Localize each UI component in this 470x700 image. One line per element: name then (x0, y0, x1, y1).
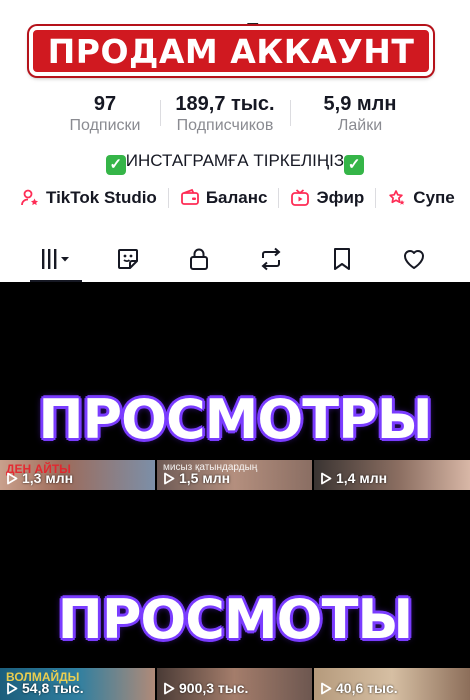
video-thumbnail[interactable]: 900,3 тыс. (157, 668, 312, 700)
check-mark-icon: ✓ (344, 155, 365, 175)
video-thumbnail[interactable]: 1,4 млн (314, 460, 470, 490)
video-row-1: ДЕН АЙТЫ 1,3 млн мисыз қатындардың 1,5 м… (0, 460, 470, 490)
action-divider (278, 188, 280, 208)
live-tv-icon (291, 189, 310, 206)
stat-following[interactable]: 97 Подписки (50, 92, 160, 136)
play-icon (321, 472, 332, 484)
play-icon (7, 472, 18, 484)
sticker-icon (118, 249, 138, 269)
stat-followers[interactable]: 189,7 тыс. Подписчиков (160, 92, 290, 136)
video-views: 1,3 млн (6, 470, 73, 486)
grid-bars-icon (42, 249, 69, 269)
action-divider (167, 188, 169, 208)
video-thumbnail[interactable]: ВОЛМАЙДЫ 54,8 тыс. (0, 668, 155, 700)
views-heading-2: ПРОСМОТЫ (57, 588, 414, 651)
video-views: 40,6 тыс. (320, 680, 398, 696)
profile-bio: ✓ ИНСТАГРАМҒА ТІРКЕЛІҢІЗ ✓ (0, 150, 470, 175)
super-label: Супе (413, 188, 455, 207)
stat-following-label: Подписки (69, 117, 141, 134)
stat-followers-label: Подписчиков (176, 117, 274, 134)
balance-label: Баланс (205, 188, 268, 207)
video-views-count: 1,3 млн (22, 470, 74, 486)
tab-liked[interactable] (394, 242, 434, 276)
tab-videos-grid[interactable] (36, 242, 76, 276)
action-divider (375, 188, 377, 208)
stat-following-value: 97 (93, 93, 117, 115)
check-mark-icon: ✓ (105, 155, 126, 175)
live-label: Эфир (316, 188, 365, 207)
video-views-count: 54,8 тыс. (22, 680, 84, 696)
video-views: 1,4 млн (320, 470, 387, 486)
super-stars-icon (389, 190, 405, 205)
tab-favorites[interactable] (322, 242, 362, 276)
video-thumbnail[interactable]: мисыз қатындардың 1,5 млн (157, 460, 312, 490)
super-button[interactable]: Супе (387, 188, 455, 208)
play-icon (164, 472, 175, 484)
wallet-icon (180, 188, 199, 205)
video-thumbnail[interactable]: ДЕН АЙТЫ 1,3 млн (0, 460, 155, 490)
profile-header: E ПРОДАМ АККАУНТ 97 Подписки 189,7 тыс. … (0, 0, 470, 282)
bio-text: ИНСТАГРАМҒА ТІРКЕЛІҢІЗ (125, 151, 345, 170)
play-icon (321, 682, 332, 694)
views-heading-1: ПРОСМОТРЫ (38, 388, 432, 451)
tab-stickers[interactable] (108, 242, 148, 276)
stat-divider (290, 100, 291, 126)
play-icon (164, 682, 175, 694)
video-row-2: ВОЛМАЙДЫ 54,8 тыс. 900,3 тыс. 40,6 тыс. (0, 668, 470, 700)
video-views: 54,8 тыс. (6, 680, 84, 696)
video-views: 900,3 тыс. (163, 680, 248, 696)
heart-icon (404, 250, 424, 269)
video-views-count: 1,4 млн (336, 470, 388, 486)
video-views-count: 40,6 тыс. (336, 680, 398, 696)
tab-private[interactable] (179, 242, 219, 276)
stat-likes-label: Лайки (337, 117, 383, 134)
profile-stats: 97 Подписки 189,7 тыс. Подписчиков 5,9 м… (50, 92, 430, 136)
tiktok-studio-label: TikTok Studio (46, 188, 157, 207)
stat-followers-value: 189,7 тыс. (175, 93, 275, 115)
stat-divider (160, 100, 161, 126)
sale-banner: ПРОДАМ АККАУНТ (29, 26, 433, 76)
video-views-count: 900,3 тыс. (179, 680, 249, 696)
bookmark-icon (334, 248, 350, 270)
stat-likes-value: 5,9 млн (323, 93, 397, 115)
lock-icon (190, 248, 208, 270)
play-icon (7, 682, 18, 694)
video-thumbnail[interactable]: 40,6 тыс. (314, 668, 470, 700)
active-tab-indicator (30, 280, 82, 282)
tab-reposts[interactable] (251, 242, 291, 276)
profile-actions: TikTok Studio Баланс Эфир Супе (20, 188, 455, 208)
repost-icon (261, 247, 281, 271)
tiktok-studio-button[interactable]: TikTok Studio (20, 188, 157, 208)
live-button[interactable]: Эфир (290, 188, 364, 208)
stat-likes[interactable]: 5,9 млн Лайки (290, 92, 430, 136)
content-tabs (0, 236, 470, 282)
video-views-count: 1,5 млн (179, 470, 231, 486)
person-star-icon (21, 189, 38, 206)
balance-button[interactable]: Баланс (180, 188, 268, 208)
video-views: 1,5 млн (163, 470, 230, 486)
